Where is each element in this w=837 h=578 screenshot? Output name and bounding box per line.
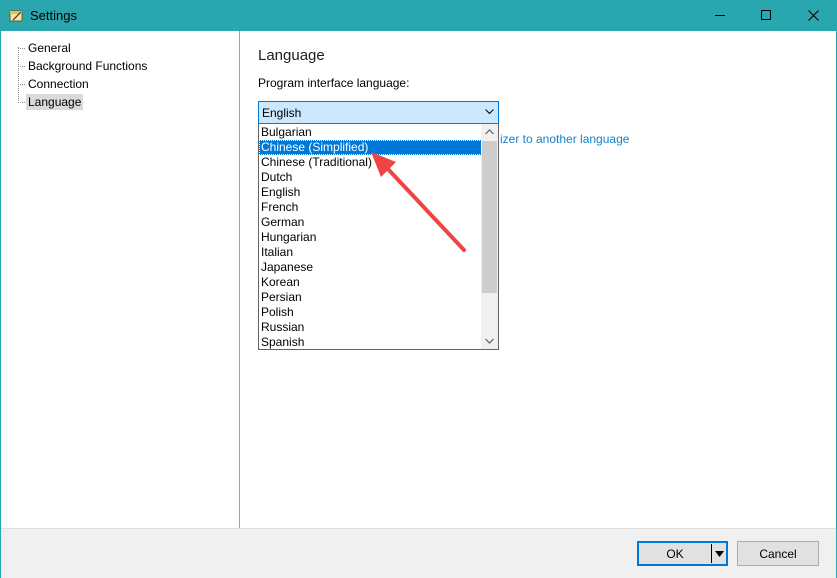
maximize-icon <box>760 10 771 20</box>
language-field-label: Program interface language: <box>258 76 410 90</box>
tree-item-label: Connection <box>28 77 89 91</box>
scrollbar-thumb[interactable] <box>482 141 497 293</box>
title-bar: Settings <box>0 0 837 31</box>
scroll-down-button[interactable] <box>481 333 498 349</box>
scroll-up-icon <box>485 129 494 135</box>
dropdown-option-italian[interactable]: Italian <box>259 245 482 260</box>
dropdown-options: Bulgarian Chinese (Simplified) Chinese (… <box>259 125 482 349</box>
section-title: Language <box>258 47 325 64</box>
dropdown-option-persian[interactable]: Persian <box>259 290 482 305</box>
dropdown-option-chinese-simplified[interactable]: Chinese (Simplified) <box>259 140 482 155</box>
split-arrow-icon <box>714 550 724 557</box>
dropdown-option-korean[interactable]: Korean <box>259 275 482 290</box>
tree-item-label: General <box>28 41 71 55</box>
window-title: Settings <box>30 8 77 23</box>
app-icon <box>9 10 23 22</box>
tree-item-connection[interactable]: Connection <box>18 76 91 92</box>
dropdown-scrollbar[interactable] <box>481 124 498 349</box>
tree-item-label: Language <box>26 94 84 110</box>
close-icon <box>807 10 819 21</box>
tree-branch <box>18 101 25 103</box>
minimize-button[interactable] <box>697 0 743 31</box>
tree-branch <box>18 47 25 49</box>
chevron-down-icon <box>485 109 494 115</box>
combobox-value: English <box>262 106 302 120</box>
dropdown-option-german[interactable]: German <box>259 215 482 230</box>
ok-split-dropdown[interactable] <box>711 544 726 563</box>
scroll-up-button[interactable] <box>481 124 498 140</box>
language-combobox[interactable]: English <box>258 101 499 124</box>
dropdown-option-spanish[interactable]: Spanish <box>259 335 482 349</box>
tree-item-language[interactable]: Language <box>18 94 84 110</box>
tree-item-background-functions[interactable]: Background Functions <box>18 58 149 74</box>
tree-branch <box>18 65 25 67</box>
dropdown-option-french[interactable]: French <box>259 200 482 215</box>
ok-button[interactable]: OK <box>637 541 728 566</box>
tree-item-general[interactable]: General <box>18 40 73 56</box>
dropdown-option-chinese-traditional[interactable]: Chinese (Traditional) <box>259 155 482 170</box>
maximize-button[interactable] <box>743 0 789 31</box>
language-dropdown-list: Bulgarian Chinese (Simplified) Chinese (… <box>258 123 499 350</box>
settings-tree: General Background Functions Connection … <box>1 31 240 528</box>
dropdown-option-hungarian[interactable]: Hungarian <box>259 230 482 245</box>
dropdown-option-english[interactable]: English <box>259 185 482 200</box>
minimize-icon <box>714 15 725 16</box>
scroll-down-icon <box>485 338 494 344</box>
dropdown-option-polish[interactable]: Polish <box>259 305 482 320</box>
tree-branch <box>18 83 25 85</box>
hint-link[interactable]: izer to another language <box>500 132 629 146</box>
tree-item-label: Background Functions <box>28 59 148 73</box>
dropdown-option-russian[interactable]: Russian <box>259 320 482 335</box>
dropdown-option-dutch[interactable]: Dutch <box>259 170 482 185</box>
cancel-button[interactable]: Cancel <box>737 541 819 566</box>
dropdown-option-japanese[interactable]: Japanese <box>259 260 482 275</box>
close-button[interactable] <box>790 0 836 31</box>
dialog-footer: OK Cancel <box>1 528 836 578</box>
ok-button-label: OK <box>666 546 684 561</box>
dropdown-option-bulgarian[interactable]: Bulgarian <box>259 125 482 140</box>
